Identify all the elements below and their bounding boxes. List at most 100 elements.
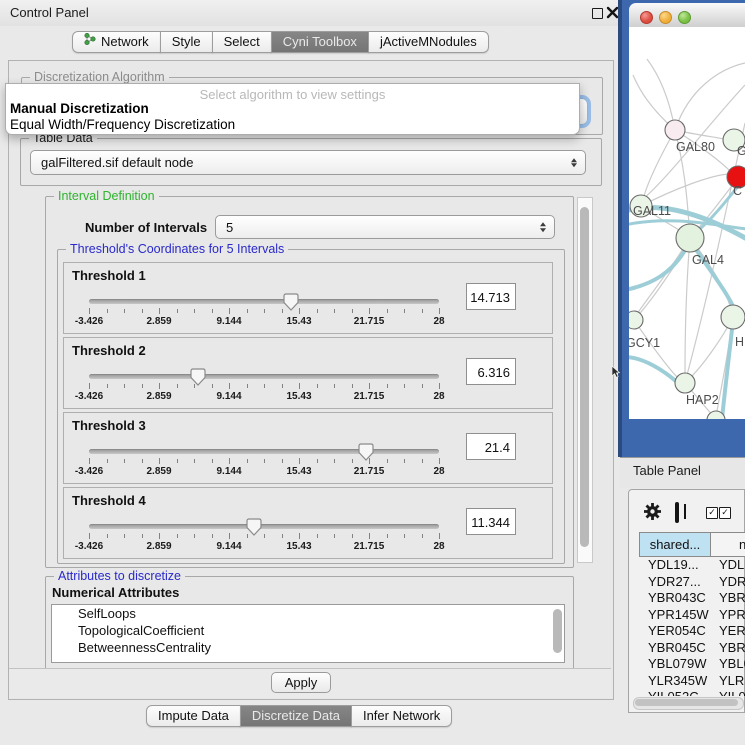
table-hscrollbar-thumb[interactable] xyxy=(635,699,738,706)
cell-name: YBL0 xyxy=(719,656,745,671)
network-node-label: GAL4 xyxy=(692,253,724,267)
tab-select[interactable]: Select xyxy=(212,31,272,53)
tab-network[interactable]: Network xyxy=(72,31,161,53)
tick-mark xyxy=(177,384,178,388)
minimize-traffic-light-icon[interactable] xyxy=(659,11,672,24)
network-node-label: H xyxy=(735,335,744,349)
tick-label: 28 xyxy=(409,466,469,477)
table-row[interactable]: YLR345WYLR3 xyxy=(639,673,745,690)
tick-mark xyxy=(264,459,265,463)
table-row[interactable]: YBR045CYBR0 xyxy=(639,640,745,657)
slider-track[interactable] xyxy=(89,449,439,454)
gear-icon[interactable] xyxy=(643,502,662,526)
apply-button[interactable]: Apply xyxy=(271,672,331,693)
tab-jactivemnodules[interactable]: jActiveMNodules xyxy=(368,31,489,53)
slider-thumb[interactable] xyxy=(246,518,262,536)
threshold-label: Threshold 2 xyxy=(72,343,146,358)
threshold-value-input[interactable]: 14.713 xyxy=(466,283,516,310)
table-row[interactable]: YDL19...YDL1 xyxy=(639,557,745,574)
network-node[interactable] xyxy=(721,305,745,329)
attribute-list-item[interactable]: BetweennessCentrality xyxy=(52,639,564,656)
table-row[interactable]: YBR043CYBR0 xyxy=(639,590,745,607)
tick-mark xyxy=(334,384,335,388)
table-row[interactable]: YPR145WYPR1 xyxy=(639,607,745,624)
zoom-traffic-light-icon[interactable] xyxy=(678,11,691,24)
tick-mark xyxy=(229,383,230,389)
attribute-list-item[interactable]: SelfLoops xyxy=(52,605,564,622)
tick-mark xyxy=(142,459,143,463)
slider-track[interactable] xyxy=(89,524,439,529)
table-row[interactable]: YER054CYER0 xyxy=(639,623,745,640)
tick-label: 21.715 xyxy=(339,391,399,402)
tick-mark xyxy=(369,383,370,389)
tab-infer-network[interactable]: Infer Network xyxy=(351,705,452,727)
threshold-value-input[interactable]: 11.344 xyxy=(466,508,516,535)
cell-name: YDR2 xyxy=(719,574,745,589)
checkbox-icon[interactable]: ✓ xyxy=(706,507,718,519)
tab-impute-data[interactable]: Impute Data xyxy=(146,705,241,727)
column-header-n[interactable]: n xyxy=(711,532,745,557)
close-traffic-light-icon[interactable] xyxy=(640,11,653,24)
table-row[interactable]: YBL079WYBL0 xyxy=(639,656,745,673)
tick-mark xyxy=(282,384,283,388)
tick-mark xyxy=(352,459,353,463)
tick-mark xyxy=(194,459,195,463)
network-canvas[interactable]: GAL80GACGAL11GAL4GCY1HHAP2 xyxy=(629,27,745,419)
main-scrollbar[interactable] xyxy=(577,197,593,563)
table-panel-title: Table Panel xyxy=(633,463,701,478)
tick-mark xyxy=(439,308,440,314)
control-panel-titlebar: Control Panel xyxy=(0,0,620,26)
combobox-value: 5 xyxy=(226,220,233,235)
tick-mark xyxy=(159,308,160,314)
stepper-arrows-icon xyxy=(540,222,546,232)
tick-label: 2.859 xyxy=(129,466,189,477)
top-tab-bar: NetworkStyleSelectCyni ToolboxjActiveMNo… xyxy=(72,31,489,53)
cell-shared-name: YBR043C xyxy=(648,590,706,605)
slider-thumb[interactable] xyxy=(358,443,374,461)
column-header-shared-[interactable]: shared... xyxy=(639,532,711,557)
threshold-value-input[interactable]: 21.4 xyxy=(466,433,516,460)
threshold-card: Threshold 2-3.4262.8599.14415.4321.71528… xyxy=(63,337,553,409)
table-body: YDL19...YDL1YDR27...YDR2YBR043CYBR0YPR14… xyxy=(639,557,745,696)
checkbox-icon[interactable]: ✓ xyxy=(719,507,731,519)
table-hscrollbar[interactable] xyxy=(633,697,744,710)
network-node[interactable] xyxy=(629,311,643,329)
tick-label: 21.715 xyxy=(339,316,399,327)
tick-mark xyxy=(439,533,440,539)
attribute-list-item[interactable]: TopologicalCoefficient xyxy=(52,622,564,639)
table-header: shared...n xyxy=(639,532,745,557)
table-row[interactable]: YIL052CYIL0 xyxy=(639,689,745,696)
num-intervals-combobox[interactable]: 5 xyxy=(215,215,555,239)
tick-label: 21.715 xyxy=(339,541,399,552)
list-scrollbar-thumb[interactable] xyxy=(553,609,562,653)
tab-discretize-data[interactable]: Discretize Data xyxy=(240,705,352,727)
tick-mark xyxy=(124,384,125,388)
slider-thumb[interactable] xyxy=(190,368,206,386)
network-node[interactable] xyxy=(665,120,685,140)
dropdown-item-manual-discretization[interactable]: Manual Discretization xyxy=(10,101,149,116)
tick-mark xyxy=(439,383,440,389)
tab-style[interactable]: Style xyxy=(160,31,213,53)
network-window-titlebar[interactable] xyxy=(629,3,745,28)
dropdown-item-equal-width-frequency[interactable]: Equal Width/Frequency Discretization xyxy=(10,117,235,132)
network-edge xyxy=(644,130,675,196)
tick-label: 28 xyxy=(409,316,469,327)
network-node[interactable] xyxy=(676,224,704,252)
network-node[interactable] xyxy=(675,373,695,393)
threshold-label: Threshold 3 xyxy=(72,418,146,433)
cell-shared-name: YBR045C xyxy=(648,640,706,655)
table-data-combobox[interactable]: galFiltered.sif default node xyxy=(30,150,586,175)
table-row[interactable]: YDR27...YDR2 xyxy=(639,574,745,591)
columns-icon[interactable] xyxy=(675,502,679,523)
tick-label: 28 xyxy=(409,541,469,552)
slider-thumb[interactable] xyxy=(283,293,299,311)
main-scrollbar-thumb[interactable] xyxy=(580,207,589,547)
float-window-icon[interactable] xyxy=(592,8,603,19)
threshold-value-input[interactable]: 6.316 xyxy=(466,358,516,385)
tick-mark xyxy=(387,534,388,538)
slider-track[interactable] xyxy=(89,299,439,304)
slider-track[interactable] xyxy=(89,374,439,379)
tick-mark xyxy=(177,534,178,538)
tick-label: 2.859 xyxy=(129,391,189,402)
tab-cyni-toolbox[interactable]: Cyni Toolbox xyxy=(271,31,369,53)
